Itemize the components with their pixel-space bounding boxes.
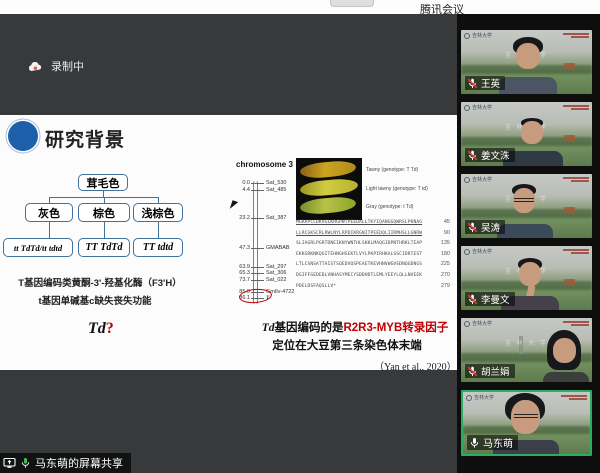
participant-name: 马东萌	[483, 435, 513, 450]
pod-label-tawny: Tawny (genotype: T Td)	[366, 167, 418, 173]
section-bullet-circle	[8, 121, 38, 151]
citation: （Yan et al., 2020）	[374, 358, 457, 373]
university-logo: 吉林大学	[466, 394, 494, 401]
tile-header-watermark	[563, 248, 589, 254]
person-head	[521, 121, 543, 144]
flow-lightbrown-box: 浅棕色	[133, 203, 183, 222]
genotype-box-2: TT TdTd	[78, 238, 130, 257]
person-head	[519, 262, 541, 286]
question-mark: ?	[106, 320, 114, 337]
name-tag: 马东萌	[467, 435, 518, 450]
mic-muted-icon	[467, 222, 478, 233]
person-body	[543, 372, 589, 382]
meeting-main-area: 录制中 研究背景 茸毛色 灰色 棕色 浅棕色 tt TdTd/tt t	[0, 14, 600, 473]
person-body	[499, 77, 557, 94]
participant-name: 吴涛	[481, 220, 500, 234]
participant-name: 姜文洙	[481, 148, 510, 162]
chromosome-title: chromosome 3	[236, 160, 293, 169]
shared-screen-area: 录制中 研究背景 茸毛色 灰色 棕色 浅棕色 tt TdTd/tt t	[0, 14, 457, 473]
pod-label-gray: Gray (genotype: t Td)	[366, 204, 413, 210]
background-building	[564, 279, 575, 285]
tawny-pod	[299, 160, 356, 180]
protein-sequence-block: MGRAPCCDKVGLKRGPWTPEEDALLTKYIQANGGQWRSLP…	[296, 219, 450, 293]
name-tag: 姜文洙	[465, 148, 515, 162]
gene-note-1: T基因编码类黄酮-3'-羟基化酶（F3'H）	[10, 275, 190, 289]
person-head	[553, 338, 576, 363]
person-body	[497, 224, 553, 238]
background-building	[564, 63, 575, 69]
video-tile-jiangwenzhu[interactable]: 吉林大学 吉 林 大 学 姜文洙	[461, 102, 592, 166]
participant-name: 李曼文	[481, 292, 510, 306]
conclusion-line-1: Td基因编码的是R2R3-MYB转录因子	[250, 319, 460, 335]
td-question: Td?	[88, 320, 114, 338]
video-tile-wangying[interactable]: 吉林大学 吉 林 大 学 王英	[461, 30, 592, 94]
name-tag: 胡兰娟	[465, 364, 515, 378]
cloud-recording-icon	[28, 61, 43, 72]
screen-share-label: 马东萌的屏幕共享	[35, 455, 123, 471]
mouse-cursor	[230, 200, 238, 210]
light-tawny-pod	[299, 178, 358, 198]
flow-brown-box: 棕色	[78, 203, 130, 222]
name-tag: 李曼文	[465, 292, 515, 306]
video-tile-wutao[interactable]: 吉林大学 吉 林 大 学 吴涛	[461, 174, 592, 238]
gene-note-2: t基因单碱基c缺失丧失功能	[5, 293, 185, 307]
pod-label-light-tawny: Light tawny (genotype: T td)	[366, 186, 428, 192]
participants-sidebar: 吉林大学 吉 林 大 学 王英	[457, 14, 600, 473]
recording-label: 录制中	[51, 58, 84, 74]
mic-muted-icon	[467, 78, 478, 89]
gray-pod	[299, 196, 356, 216]
presentation-slide: 研究背景 茸毛色 灰色 棕色 浅棕色 tt TdTd/tt tdtd TT Td…	[0, 115, 457, 370]
recording-indicator: 录制中	[28, 58, 84, 74]
video-tile-limanwen[interactable]: 吉林大学 吉 林 大 学 李曼文	[461, 246, 592, 310]
titlebar: 腾讯会议	[0, 0, 600, 14]
video-tile-madongmeng-active[interactable]: 吉林大学 马东萌	[461, 390, 592, 456]
floating-toolbar-pill[interactable]	[330, 0, 374, 7]
soybean-pods-photo	[296, 158, 362, 220]
person-glasses	[514, 198, 534, 202]
tile-header-watermark	[563, 320, 589, 326]
name-tag: 王英	[465, 76, 505, 90]
name-tag: 吴涛	[465, 220, 505, 234]
conclusion-line-2: 定位在大豆第三条染色体末端	[252, 337, 442, 353]
background-building	[564, 207, 575, 213]
participant-name: 胡兰娟	[481, 364, 510, 378]
td-gene-label: Td	[88, 320, 106, 337]
screen-share-icon	[3, 457, 16, 469]
university-logo: 吉林大学	[464, 176, 492, 183]
mic-muted-icon	[467, 150, 478, 161]
university-logo: 吉林大学	[464, 320, 492, 327]
tile-header-watermark	[561, 394, 587, 400]
flow-root-box: 茸毛色	[78, 174, 128, 191]
mic-muted-icon	[467, 366, 478, 377]
slide-section-title: 研究背景	[45, 125, 125, 152]
flow-gray-box: 灰色	[25, 203, 73, 222]
tile-header-watermark	[563, 104, 589, 110]
person-head	[516, 43, 540, 69]
person-glasses	[514, 414, 538, 418]
tile-header-watermark	[563, 176, 589, 182]
mic-on-icon	[469, 437, 480, 449]
tile-header-watermark	[563, 32, 589, 38]
mic-muted-icon	[467, 294, 478, 305]
genotype-box-3: TT tdtd	[133, 238, 183, 257]
genotype-box-1: tt TdTd/tt tdtd	[3, 238, 73, 257]
participant-name: 王英	[481, 76, 500, 90]
presenter-mic-icon	[20, 457, 31, 469]
tencent-meeting-window: 腾讯会议 录制中 研究背景 茸毛色	[0, 0, 600, 473]
chromosome-bar	[253, 181, 258, 304]
screen-share-badge: 马东萌的屏幕共享	[0, 453, 131, 473]
university-logo: 吉林大学	[464, 104, 492, 111]
video-tile-hulanjuan[interactable]: 吉林大学 吉 林 大 学 胡兰娟	[461, 318, 592, 382]
university-logo: 吉林大学	[464, 32, 492, 39]
video-tile-list: 吉林大学 吉 林 大 学 王英	[461, 30, 597, 464]
university-logo: 吉林大学	[464, 248, 492, 255]
background-building	[564, 135, 575, 141]
